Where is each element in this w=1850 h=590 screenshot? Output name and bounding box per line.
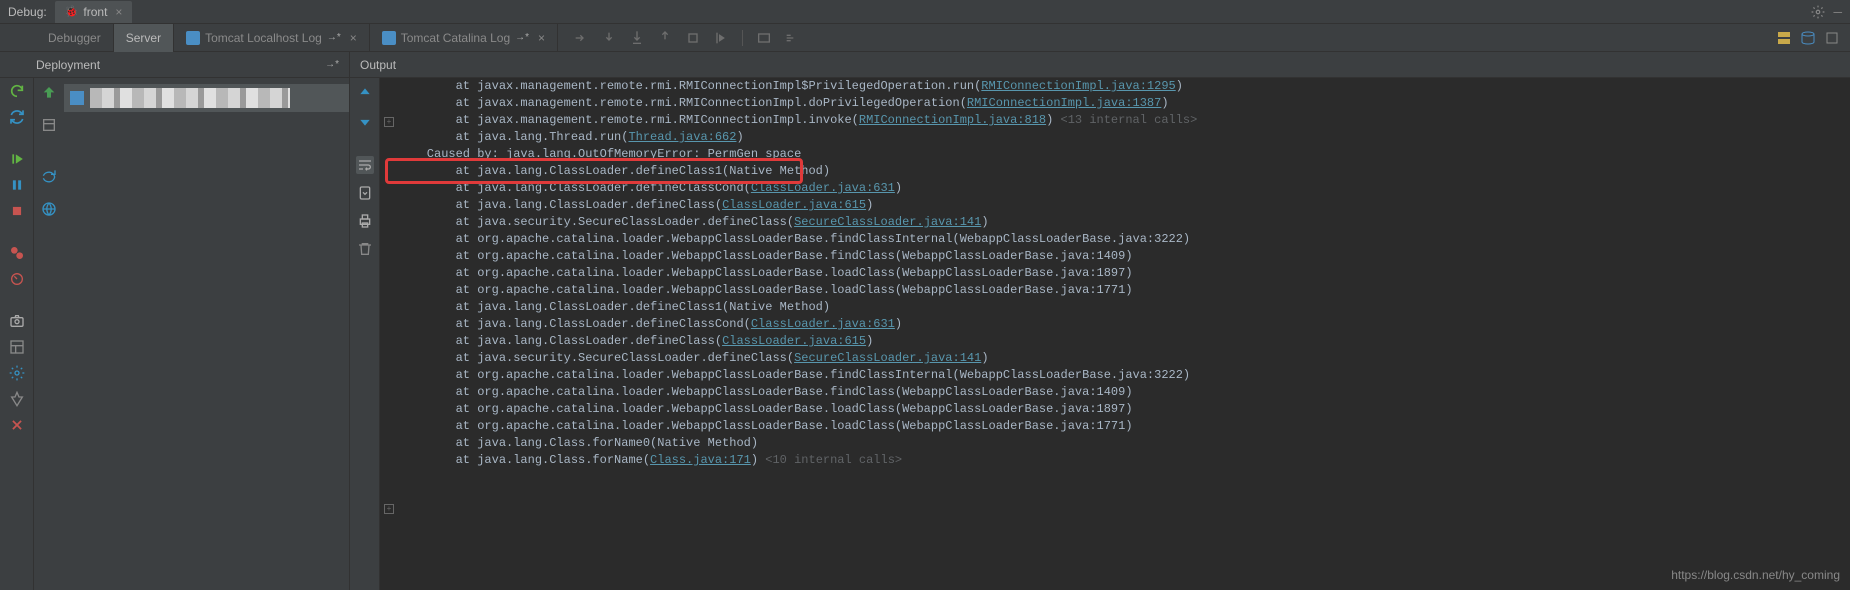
view-breakpoints-icon[interactable] [8, 244, 26, 262]
close-icon[interactable]: × [538, 31, 545, 45]
debug-tab-row: Debugger Server Tomcat Localhost Log →* … [0, 24, 1850, 52]
deployment-header: Deployment [36, 58, 100, 72]
tomcat-icon [186, 31, 200, 45]
trace-icon[interactable] [781, 27, 803, 49]
more-icon[interactable] [1824, 30, 1840, 46]
stacktrace-link[interactable]: RMIConnectionImpl.java:818 [859, 113, 1046, 127]
tab-tomcat-localhost[interactable]: Tomcat Localhost Log →* × [174, 24, 370, 52]
rerun-icon[interactable] [8, 82, 26, 100]
browser-icon[interactable] [40, 200, 58, 218]
popout-icon[interactable]: →* [327, 32, 341, 43]
tomcat-icon [382, 31, 396, 45]
step-over-icon[interactable] [570, 27, 592, 49]
soft-wrap-icon[interactable] [356, 156, 374, 174]
step-out-icon[interactable] [654, 27, 676, 49]
close-icon[interactable]: × [350, 31, 357, 45]
force-step-into-icon[interactable] [626, 27, 648, 49]
stacktrace-link[interactable]: SecureClassLoader.java:141 [794, 351, 981, 365]
stacktrace-link[interactable]: ClassLoader.java:615 [722, 198, 866, 212]
artifact-row[interactable] [64, 84, 349, 112]
pin-tab-icon[interactable] [8, 390, 26, 408]
settings-icon[interactable] [8, 364, 26, 382]
db-icon[interactable] [1800, 30, 1816, 46]
stacktrace-link[interactable]: Class.java:171 [650, 453, 751, 467]
scroll-up-stacktrace-icon[interactable] [356, 84, 374, 102]
debug-left-gutter [0, 78, 34, 590]
drop-frame-icon[interactable] [682, 27, 704, 49]
stacktrace-link[interactable]: ClassLoader.java:615 [722, 334, 866, 348]
stacktrace-link[interactable]: ClassLoader.java:631 [751, 317, 895, 331]
step-into-icon[interactable] [598, 27, 620, 49]
close-tab-icon[interactable]: × [115, 5, 122, 19]
server-icon[interactable] [1776, 30, 1792, 46]
output-panel: + + at javax.management.remote.rmi.RMICo… [350, 78, 1850, 590]
debug-label: Debug: [8, 5, 47, 19]
artifact-name-redacted [90, 88, 290, 108]
run-config-tab[interactable]: 🐞 front × [55, 1, 133, 23]
scroll-to-end-icon[interactable] [356, 184, 374, 202]
layout-settings-icon[interactable] [8, 338, 26, 356]
run-to-cursor-icon[interactable] [710, 27, 732, 49]
refresh-icon[interactable] [40, 168, 58, 186]
console-output[interactable]: at javax.management.remote.rmi.RMIConnec… [398, 78, 1850, 590]
pause-icon[interactable] [8, 176, 26, 194]
fold-expand-icon[interactable]: + [384, 117, 394, 127]
bug-icon: 🐞 [65, 5, 79, 18]
tab-server[interactable]: Server [114, 24, 174, 52]
popout-icon[interactable]: →* [325, 59, 339, 70]
watermark: https://blog.csdn.net/hy_coming [1671, 568, 1840, 582]
tab-debugger[interactable]: Debugger [36, 24, 114, 52]
clear-all-icon[interactable] [356, 240, 374, 258]
output-header: Output [360, 58, 396, 72]
resume-icon[interactable] [8, 150, 26, 168]
evaluate-expression-icon[interactable] [753, 27, 775, 49]
section-headers: Deployment →* Output [0, 52, 1850, 78]
stop-icon[interactable] [8, 202, 26, 220]
stacktrace-link[interactable]: RMIConnectionImpl.java:1295 [981, 79, 1175, 93]
print-icon[interactable] [356, 212, 374, 230]
stacktrace-link[interactable]: Thread.java:662 [628, 130, 736, 144]
tab-tomcat-catalina[interactable]: Tomcat Catalina Log →* × [370, 24, 558, 52]
run-config-name: front [83, 5, 107, 19]
artifact-icon [70, 91, 84, 105]
stacktrace-link[interactable]: RMIConnectionImpl.java:1387 [967, 96, 1161, 110]
update-icon[interactable] [8, 108, 26, 126]
debug-topbar: Debug: 🐞 front × ─ [0, 0, 1850, 24]
stacktrace-link[interactable]: SecureClassLoader.java:141 [794, 215, 981, 229]
deploy-all-icon[interactable] [40, 84, 58, 102]
gear-icon[interactable] [1811, 5, 1825, 19]
minimize-icon[interactable]: ─ [1833, 5, 1842, 19]
popout-icon[interactable]: →* [515, 32, 529, 43]
get-thread-dump-icon[interactable] [8, 312, 26, 330]
deployment-panel [34, 78, 350, 590]
stacktrace-link[interactable]: ClassLoader.java:631 [751, 181, 895, 195]
close-icon[interactable] [8, 416, 26, 434]
scroll-down-stacktrace-icon[interactable] [356, 112, 374, 130]
fold-gutter: + + [380, 78, 398, 590]
mute-breakpoints-icon[interactable] [8, 270, 26, 288]
fold-expand-icon[interactable]: + [384, 504, 394, 514]
artifact-icon[interactable] [40, 116, 58, 134]
